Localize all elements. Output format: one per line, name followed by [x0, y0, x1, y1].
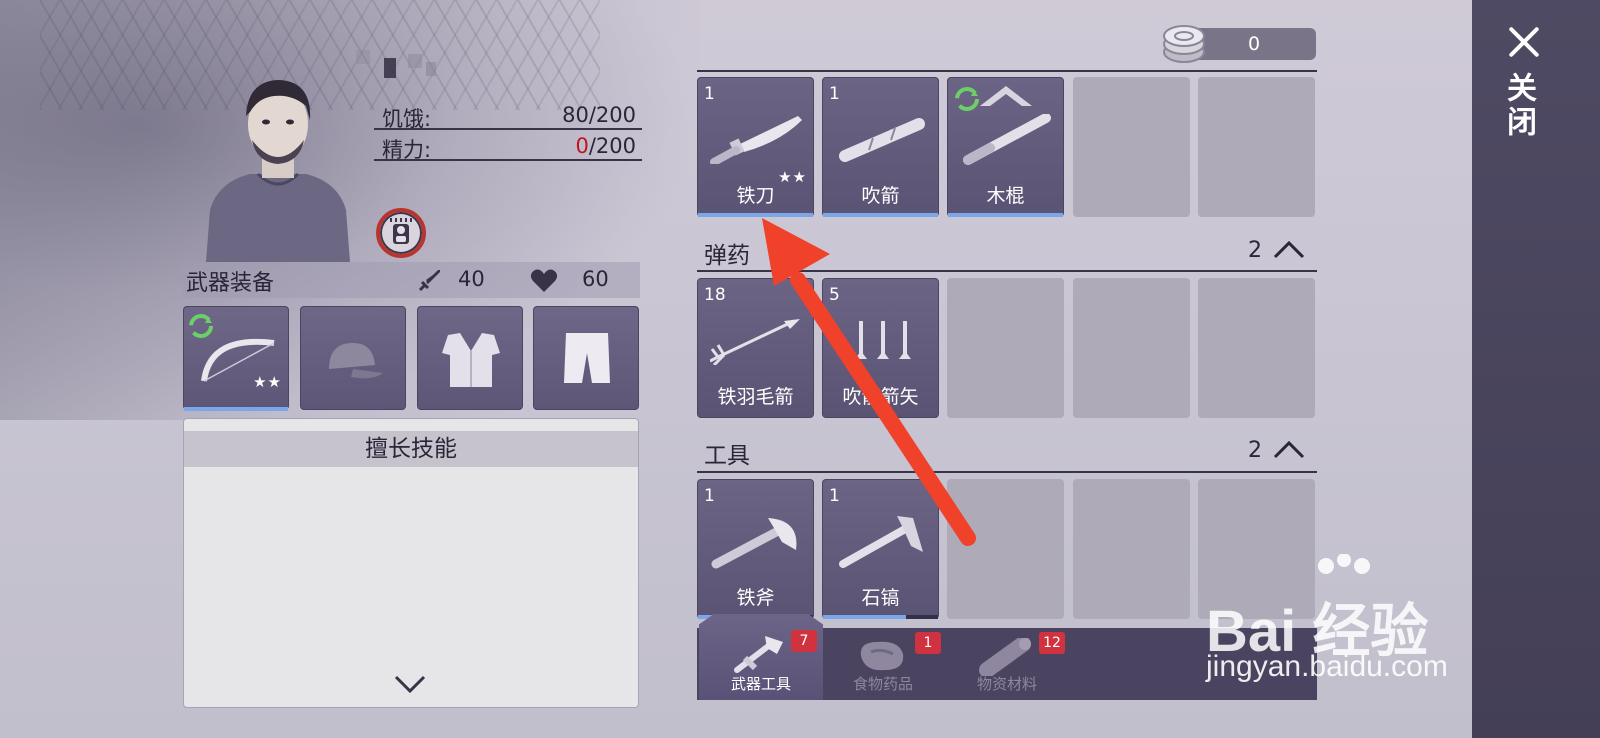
watermark-url: jingyan.baidu.com [1206, 650, 1448, 683]
energy-value: 0/200 [575, 134, 636, 158]
currency-amount: 0 [1247, 33, 1261, 55]
empty-slot[interactable] [1073, 77, 1190, 217]
section-count-tools: 2 [1248, 438, 1262, 463]
annotation-arrow-icon [762, 218, 976, 546]
durability-bar [823, 615, 938, 619]
skill-panel-title: 擅长技能 [184, 431, 638, 467]
character-portrait [188, 70, 368, 262]
shorts-icon [564, 333, 610, 383]
inventory-item-wooden-stick[interactable]: 木棍 [947, 77, 1064, 217]
inventory-item-iron-knife[interactable]: 1 ★★ 铁刀 [697, 77, 814, 217]
divider [697, 70, 1317, 72]
equip-slot-body[interactable] [417, 306, 523, 410]
item-quantity: 1 [704, 486, 715, 506]
attack-value: 40 [458, 267, 485, 291]
tab-badge: 7 [791, 630, 817, 652]
energy-label: 精力: [382, 138, 432, 162]
watermark: Bai 经验 jingyan.baidu.com [1200, 550, 1490, 690]
collapse-tools-icon[interactable] [1272, 438, 1306, 460]
empty-slot[interactable] [1198, 77, 1315, 217]
log-icon [979, 638, 1031, 676]
energy-stat: 精力: 0/200 [374, 131, 642, 162]
sword-icon [418, 270, 440, 292]
tab-badge: 12 [1039, 632, 1065, 654]
energy-max: /200 [588, 134, 636, 158]
close-icon [1506, 24, 1542, 60]
upgrade-chevron-icon [980, 86, 1032, 106]
section-count-ammo: 2 [1248, 238, 1262, 263]
item-name: 铁刀 [736, 185, 775, 207]
hammer-axe-icon [734, 636, 783, 673]
hunger-value: 80/200 [562, 103, 636, 127]
equipment-title: 武器装备 [186, 271, 275, 296]
meat-icon [860, 641, 904, 671]
cap-icon [329, 343, 383, 379]
tab-label: 物资材料 [976, 675, 1037, 693]
equip-slot-weapon[interactable]: ★★ [183, 306, 289, 411]
close-sidebar: 关闭 [1472, 0, 1600, 738]
player-name-redacted [356, 46, 446, 80]
status-effect-icon[interactable] [376, 208, 426, 258]
coin-icon [1163, 25, 1205, 63]
stick-icon [963, 114, 1051, 165]
close-button[interactable]: 关闭 [1496, 24, 1552, 154]
inventory-item-blowpipe[interactable]: 1 吹箭 [822, 77, 939, 217]
close-label: 关闭 [1501, 72, 1536, 140]
refresh-icon [955, 87, 979, 111]
item-stars: ★★ [253, 373, 282, 391]
equip-slot-legs[interactable] [533, 306, 639, 410]
item-quantity: 1 [829, 84, 840, 104]
tab-weapons-tools[interactable]: 7 武器工具 [699, 614, 823, 700]
item-name: 石镐 [861, 587, 900, 609]
tab-supplies-materials[interactable]: 12 物资材料 [945, 628, 1069, 700]
hunger-label: 饥饿: [382, 107, 432, 131]
tab-badge: 1 [915, 632, 941, 654]
item-name: 铁斧 [736, 587, 775, 609]
item-quantity: 18 [704, 285, 726, 305]
item-name: 吹箭 [861, 185, 900, 207]
tab-label: 食物药品 [852, 675, 913, 693]
energy-current: 0 [575, 134, 589, 158]
blowpipe-icon [839, 118, 925, 162]
empty-slot[interactable] [1073, 278, 1190, 418]
empty-slot[interactable] [1073, 479, 1190, 619]
tab-food-medicine[interactable]: 1 食物药品 [821, 628, 945, 700]
item-quantity: 1 [704, 84, 715, 104]
item-name: 木棍 [986, 185, 1025, 207]
chevron-down-icon[interactable] [392, 673, 428, 697]
heart-icon [530, 269, 558, 292]
hunger-stat: 饥饿: 80/200 [374, 100, 642, 131]
knife-icon [710, 116, 802, 164]
skill-panel: 擅长技能 [183, 418, 639, 708]
equipment-header: 武器装备 40 60 [182, 262, 640, 298]
hunger-max: /200 [588, 103, 636, 127]
collapse-ammo-icon[interactable] [1272, 238, 1306, 260]
tab-label: 武器工具 [730, 675, 791, 693]
empty-slot[interactable] [1198, 278, 1315, 418]
hunger-current: 80 [562, 103, 589, 127]
health-value: 60 [582, 267, 609, 291]
vest-icon [442, 333, 500, 387]
equip-slot-head[interactable] [300, 306, 406, 410]
